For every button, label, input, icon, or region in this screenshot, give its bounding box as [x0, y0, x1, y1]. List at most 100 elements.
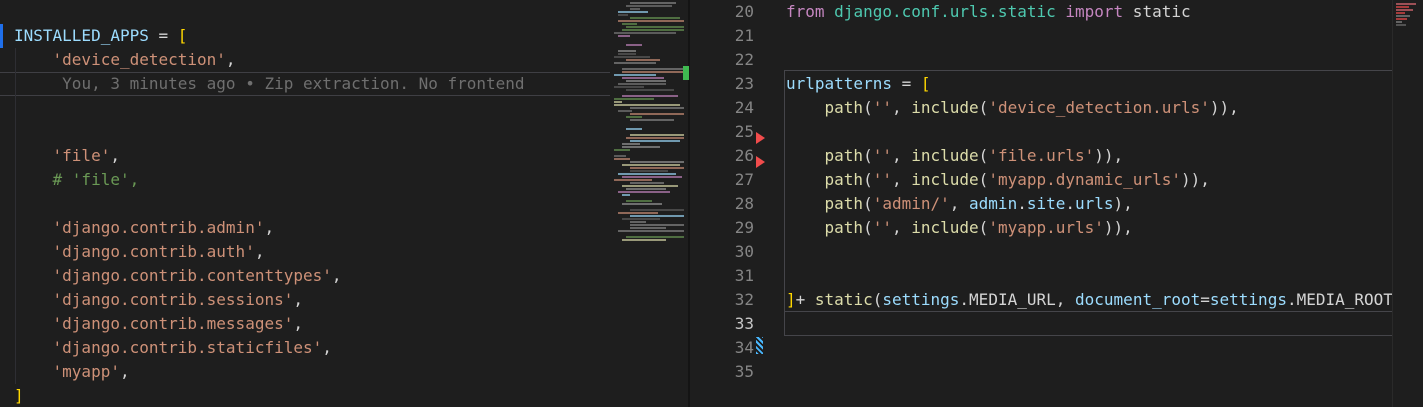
code-line[interactable]: 'device_detection',	[0, 48, 610, 72]
minimap-line	[622, 143, 640, 145]
minimap-line	[622, 23, 637, 25]
code-line[interactable]: path('', include('myapp.urls')),	[786, 216, 1423, 240]
minimap-line	[618, 230, 684, 232]
line-number[interactable]: 33	[690, 312, 754, 336]
gutter-glyph-margin	[754, 168, 786, 192]
minimap-line	[614, 98, 654, 100]
minimap-line	[610, 152, 688, 154]
code-line[interactable]	[0, 192, 610, 216]
minimap-line	[626, 188, 666, 190]
code-line[interactable]: 'file',	[0, 144, 610, 168]
line-number[interactable]: 20	[690, 0, 754, 24]
code-line[interactable]: 'django.contrib.contenttypes',	[0, 264, 610, 288]
code-line[interactable]: 'django.contrib.staticfiles',	[0, 336, 610, 360]
editor-row: 34	[690, 336, 1423, 360]
code-line[interactable]	[786, 312, 1423, 336]
code-token: (	[872, 290, 883, 309]
line-number[interactable]: 30	[690, 240, 754, 264]
minimap[interactable]	[610, 0, 688, 407]
code-line[interactable]	[786, 48, 1423, 72]
code-line[interactable]: 'myapp',	[0, 360, 610, 384]
code-line[interactable]	[786, 120, 1423, 144]
minimap-line	[614, 56, 650, 58]
code-line[interactable]: 'django.contrib.admin',	[0, 216, 610, 240]
code-line[interactable]: INSTALLED_APPS = [	[0, 24, 610, 48]
code-line[interactable]: path('', include('myapp.dynamic_urls')),	[786, 168, 1423, 192]
code-token: ''	[872, 218, 892, 237]
code-line[interactable]: 'django.contrib.auth',	[0, 240, 610, 264]
minimap-right[interactable]	[1392, 0, 1423, 407]
minimap-line	[614, 149, 630, 151]
editor-row: 26 path('', include('file.urls')),	[690, 144, 1423, 168]
code-line[interactable]: path('', include('device_detection.urls'…	[786, 96, 1423, 120]
minimap-line	[630, 8, 640, 10]
line-number[interactable]: 29	[690, 216, 754, 240]
editor-row: 24 path('', include('device_detection.ur…	[690, 96, 1423, 120]
line-number[interactable]: 25	[690, 120, 754, 144]
minimap-line	[622, 164, 680, 166]
minimap-line	[614, 101, 622, 103]
minimap-line	[610, 206, 688, 208]
minimap-line	[622, 194, 630, 196]
code-line[interactable]	[0, 96, 610, 120]
code-line[interactable]: path('', include('file.urls')),	[786, 144, 1423, 168]
line-number[interactable]: 24	[690, 96, 754, 120]
code-token: ''	[872, 98, 892, 117]
minimap-line	[610, 197, 688, 199]
minimap-line	[630, 17, 680, 19]
code-token: 'file'	[52, 146, 111, 165]
code-token: .	[1017, 194, 1027, 213]
code-line[interactable]: path('admin/', admin.site.urls),	[786, 192, 1423, 216]
gutter-glyph-margin	[754, 264, 786, 288]
line-number[interactable]: 23	[690, 72, 754, 96]
line-number[interactable]: 27	[690, 168, 754, 192]
git-modified-marker[interactable]	[756, 337, 763, 354]
code-token: (	[978, 98, 989, 117]
editor-pane-left: INSTALLED_APPS = [ 'device_detection', Y…	[0, 0, 610, 407]
line-number[interactable]: 26	[690, 144, 754, 168]
line-number[interactable]: 32	[690, 288, 754, 312]
vscode-editor: INSTALLED_APPS = [ 'device_detection', Y…	[0, 0, 1423, 407]
code-line[interactable]	[786, 360, 1423, 384]
code-line[interactable]	[786, 336, 1423, 360]
minimap-line	[614, 179, 652, 181]
code-line[interactable]: 'django.contrib.messages',	[0, 312, 610, 336]
code-line[interactable]	[786, 24, 1423, 48]
line-number[interactable]: 28	[690, 192, 754, 216]
line-number[interactable]: 31	[690, 264, 754, 288]
code-token: ]	[786, 290, 796, 309]
code-line[interactable]: You, 3 minutes ago • Zip extraction. No …	[0, 72, 610, 96]
minimap-line	[614, 155, 626, 157]
code-line[interactable]: 'django.contrib.sessions',	[0, 288, 610, 312]
code-token: You, 3 minutes ago • Zip extraction. No …	[62, 74, 525, 93]
code-line[interactable]	[0, 0, 610, 24]
code-line[interactable]: ]+ static(settings.MEDIA_URL, document_r…	[786, 288, 1423, 312]
line-number[interactable]: 22	[690, 48, 754, 72]
right-code-rows: 20 from django.conf.urls.static import st…	[690, 0, 1423, 384]
code-line[interactable]: urlpatterns = [	[786, 72, 1423, 96]
git-deleted-marker[interactable]	[756, 132, 765, 144]
code-token: include	[911, 98, 979, 117]
code-line[interactable]: # 'file',	[0, 168, 610, 192]
minimap-line	[622, 203, 662, 205]
editor-row: 22	[690, 48, 1423, 72]
line-number[interactable]: 35	[690, 360, 754, 384]
minimap-line	[610, 131, 688, 133]
git-modified-gutter-bar[interactable]	[0, 24, 3, 48]
code-token: 'django.contrib.staticfiles'	[52, 338, 323, 357]
git-deleted-marker[interactable]	[756, 156, 765, 168]
code-token: static	[814, 290, 873, 309]
code-line[interactable]	[786, 240, 1423, 264]
code-token: (	[863, 146, 873, 165]
code-line[interactable]: from django.conf.urls.static import stat…	[786, 0, 1423, 24]
code-line[interactable]: ]	[0, 384, 610, 407]
code-line[interactable]	[0, 120, 610, 144]
line-number[interactable]: 34	[690, 336, 754, 360]
line-number[interactable]: 21	[690, 24, 754, 48]
minimap-line	[630, 182, 664, 184]
code-line[interactable]	[786, 264, 1423, 288]
